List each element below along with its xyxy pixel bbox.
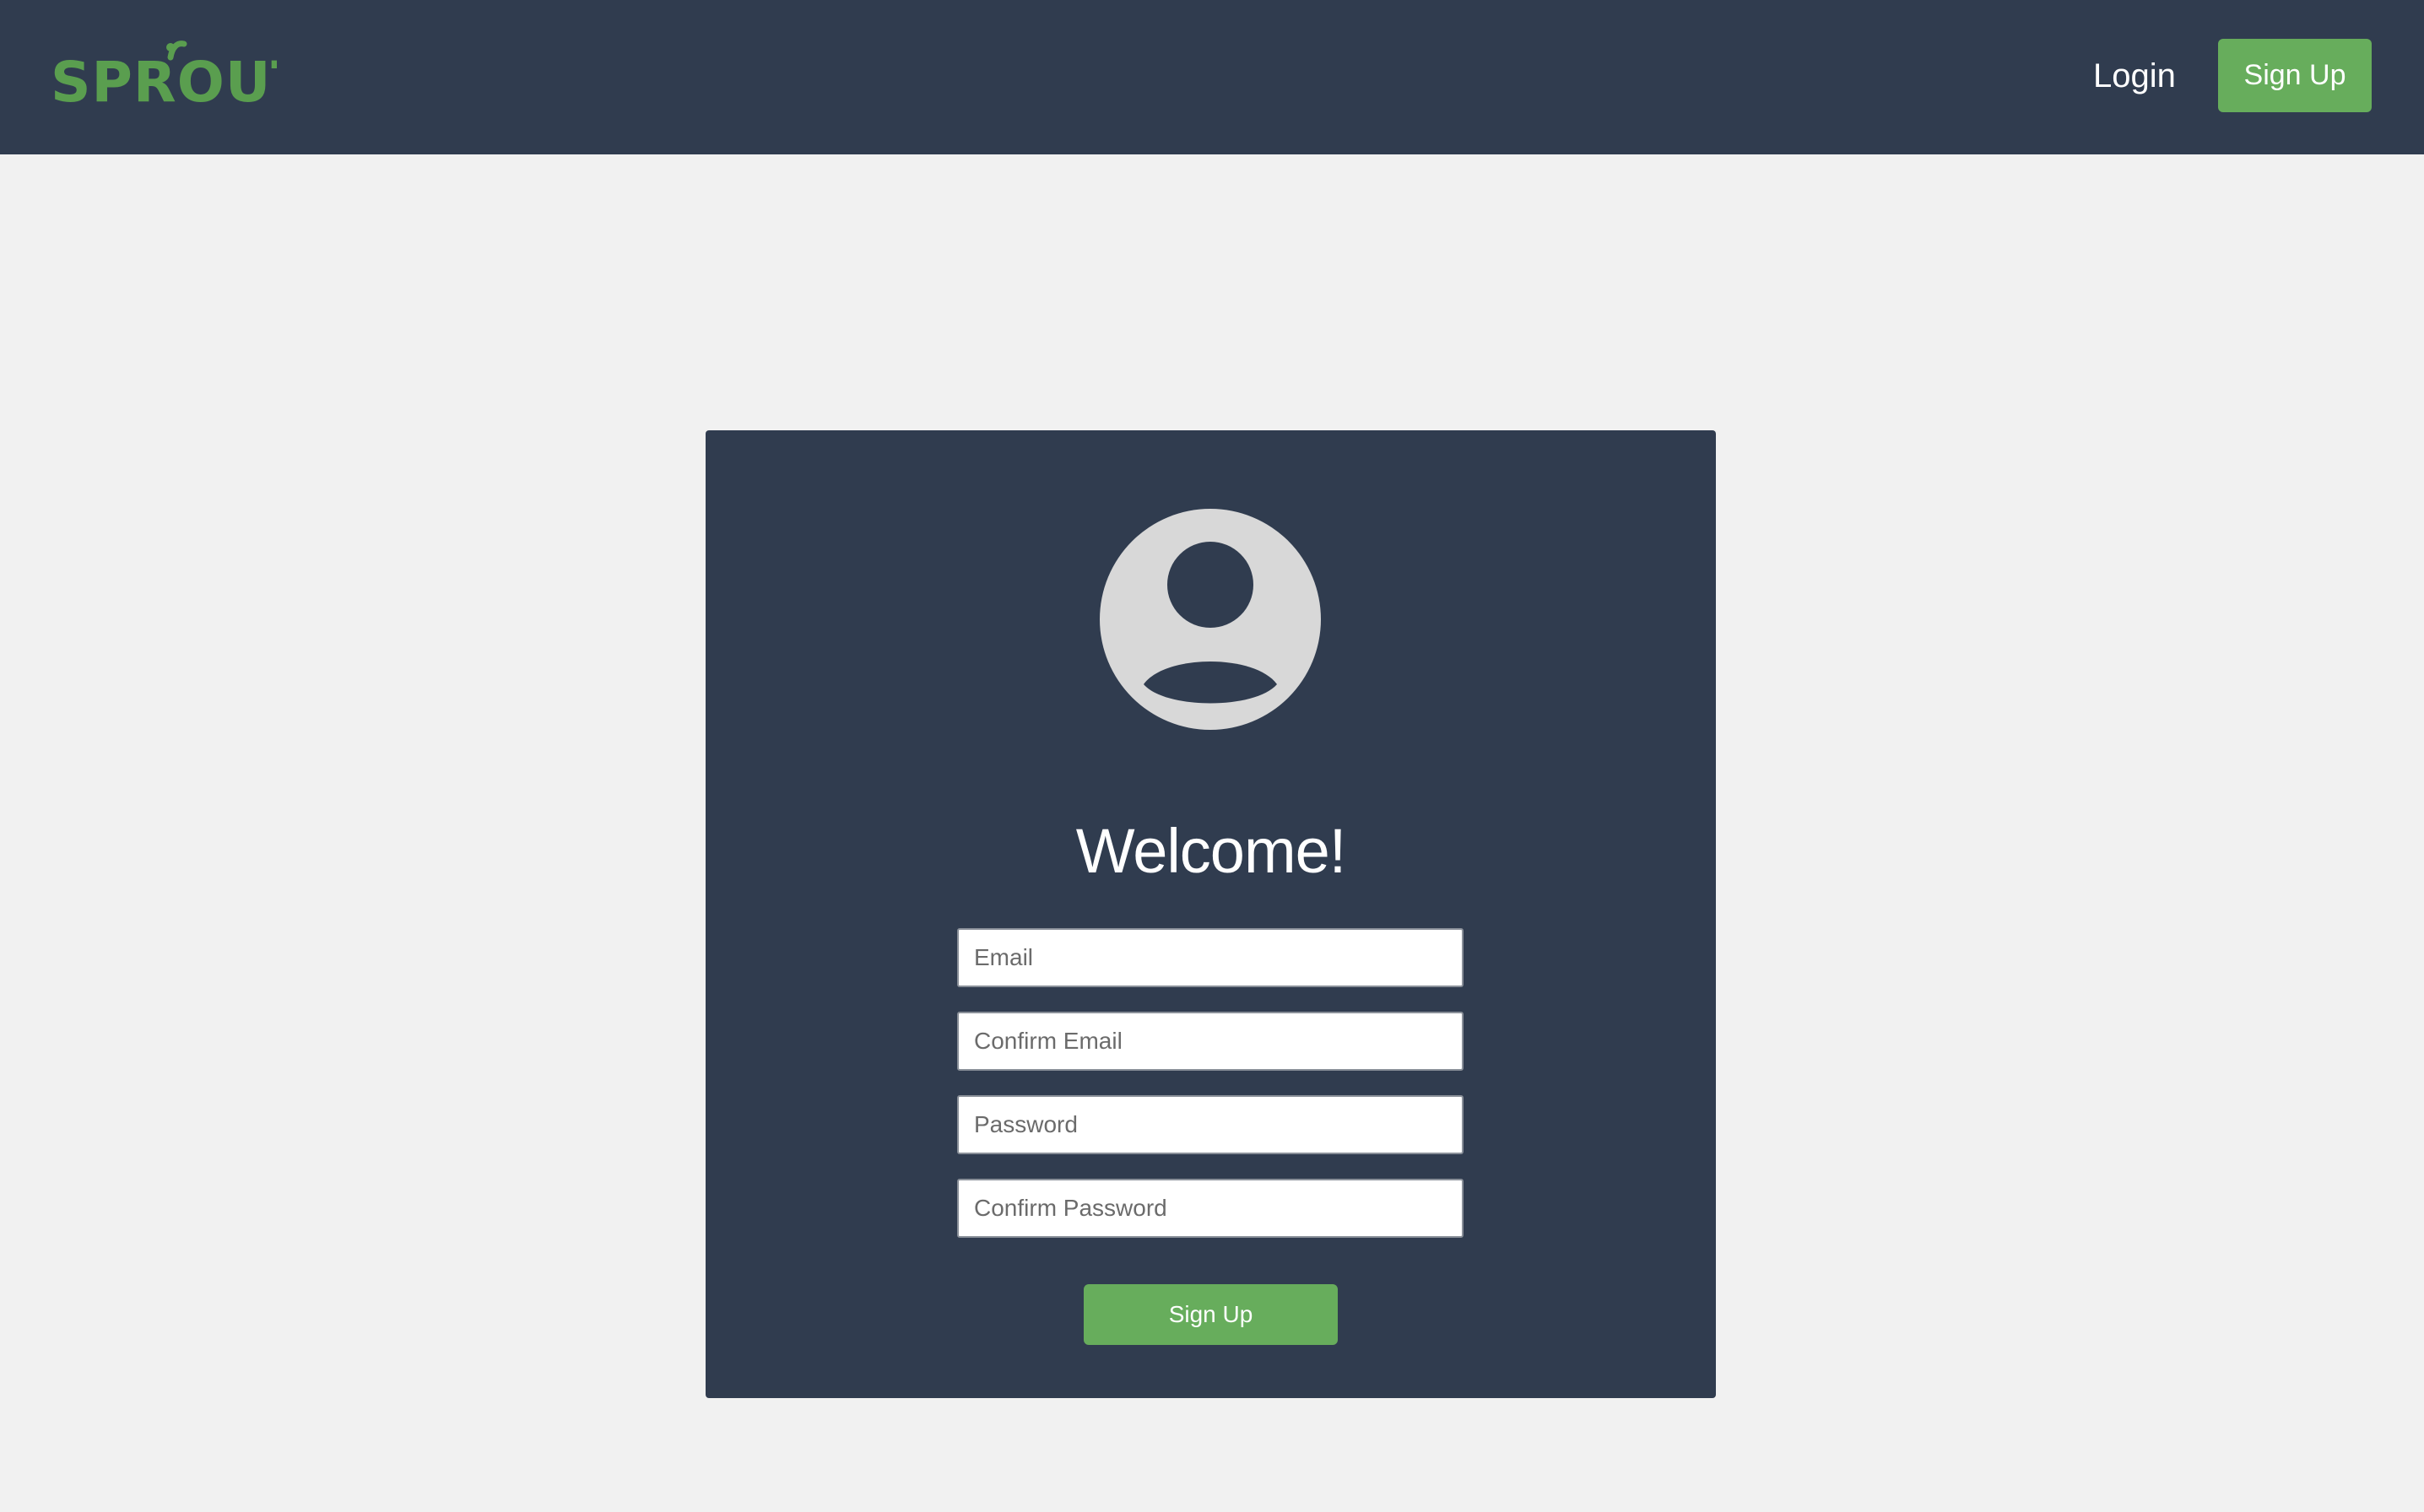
signup-submit-button[interactable]: Sign Up bbox=[1084, 1284, 1338, 1345]
confirm-email-field[interactable] bbox=[957, 1012, 1464, 1071]
email-field[interactable] bbox=[957, 928, 1464, 987]
nav-signup-button[interactable]: Sign Up bbox=[2218, 39, 2372, 112]
signup-card: Welcome! Sign Up bbox=[706, 430, 1716, 1398]
sprout-logo[interactable]: SPROUT bbox=[51, 39, 277, 106]
svg-text:SPROUT: SPROUT bbox=[51, 50, 277, 106]
confirm-password-field[interactable] bbox=[957, 1179, 1464, 1238]
password-field[interactable] bbox=[957, 1095, 1464, 1154]
welcome-heading: Welcome! bbox=[1075, 816, 1347, 886]
top-navbar: SPROUT Login Sign Up bbox=[0, 0, 2424, 154]
login-link[interactable]: Login bbox=[2093, 51, 2176, 101]
user-circle-icon bbox=[1100, 509, 1321, 730]
